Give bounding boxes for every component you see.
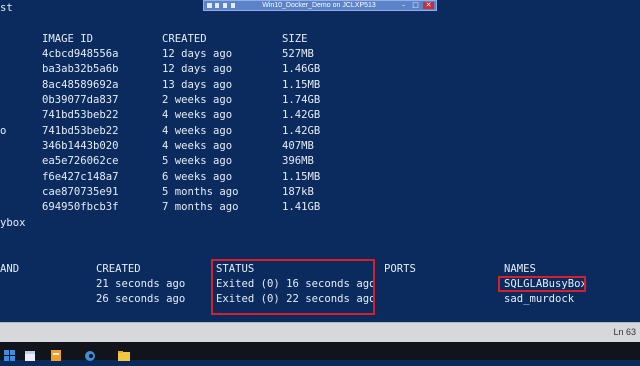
image-created: 4 weeks ago (162, 109, 233, 121)
image-id: cae870735e91 (42, 186, 119, 198)
container-created: 26 seconds ago (96, 293, 186, 305)
col-header-ports: PORTS (384, 263, 416, 275)
image-created: 6 weeks ago (162, 171, 233, 183)
image-id: ba3ab32b5a6b (42, 63, 119, 75)
image-size: 1.46GB (282, 63, 321, 75)
image-created: 4 weeks ago (162, 125, 233, 137)
image-created: 7 months ago (162, 201, 239, 213)
image-id: 741bd53beb22 (42, 109, 119, 121)
image-id: 0b39077da837 (42, 94, 119, 106)
image-id: 346b1443b020 (42, 140, 119, 152)
folder-icon[interactable] (118, 347, 130, 361)
image-size: 1.74GB (282, 94, 321, 106)
image-created: 13 days ago (162, 79, 233, 91)
image-created: 12 days ago (162, 63, 233, 75)
taskbar (0, 342, 640, 361)
terminal-window[interactable]: Win10_Docker_Demo on JCLXP513 – □ ✕ st o… (0, 0, 640, 322)
col-header-size: SIZE (282, 33, 308, 45)
image-id: 8ac48589692a (42, 79, 119, 91)
image-size: 396MB (282, 155, 314, 167)
edge-icon[interactable] (84, 347, 96, 361)
close-button[interactable]: ✕ (423, 2, 434, 9)
window-title: Win10_Docker_Demo on JCLXP513 (262, 2, 376, 9)
windows-start-icon[interactable] (4, 346, 16, 361)
image-size: 1.41GB (282, 201, 321, 213)
image-created: 12 days ago (162, 48, 233, 60)
col-header-image-id: IMAGE ID (42, 33, 94, 45)
image-size: 1.42GB (282, 125, 321, 137)
status-highlight-box (211, 259, 375, 315)
editor-statusbar: Ln 63 (0, 322, 640, 343)
maximize-button[interactable]: □ (411, 2, 420, 9)
image-created: 4 weeks ago (162, 140, 233, 152)
image-created: 5 weeks ago (162, 155, 233, 167)
image-id: 741bd53beb22 (42, 125, 119, 137)
name-highlight-box (498, 276, 586, 292)
image-size: 1.15MB (282, 171, 321, 183)
left-fragment: st (0, 2, 13, 14)
image-size: 1.15MB (282, 79, 321, 91)
image-size: 1.42GB (282, 109, 321, 121)
image-id: 4cbcd948556a (42, 48, 119, 60)
powershell-icon[interactable] (50, 347, 62, 361)
image-id: 694950fbcb3f (42, 201, 119, 213)
save-icon[interactable] (215, 3, 219, 8)
col-header-command: AND (0, 263, 20, 275)
image-id: ea5e726062ce (42, 155, 119, 167)
image-size: 407MB (282, 140, 314, 152)
line-indicator[interactable]: Ln 63 (613, 327, 636, 337)
image-size: 187kB (282, 186, 314, 198)
container-created: 21 seconds ago (96, 278, 186, 290)
container-name: sad_murdock (504, 293, 575, 305)
quick-access-icon[interactable] (231, 3, 235, 8)
left-fragment: o (0, 125, 7, 137)
minimize-button[interactable]: – (399, 2, 408, 9)
image-id: f6e427c148a7 (42, 171, 119, 183)
image-size: 527MB (282, 48, 314, 60)
explorer-icon[interactable] (24, 347, 36, 361)
window-titlebar[interactable]: Win10_Docker_Demo on JCLXP513 – □ ✕ (203, 0, 437, 11)
app-icon (207, 3, 212, 8)
image-created: 5 months ago (162, 186, 239, 198)
col-header-created: CREATED (162, 33, 207, 45)
left-fragment: ybox (0, 217, 26, 229)
col-header-created: CREATED (96, 263, 141, 275)
lock-icon[interactable] (223, 3, 227, 8)
image-created: 2 weeks ago (162, 94, 233, 106)
